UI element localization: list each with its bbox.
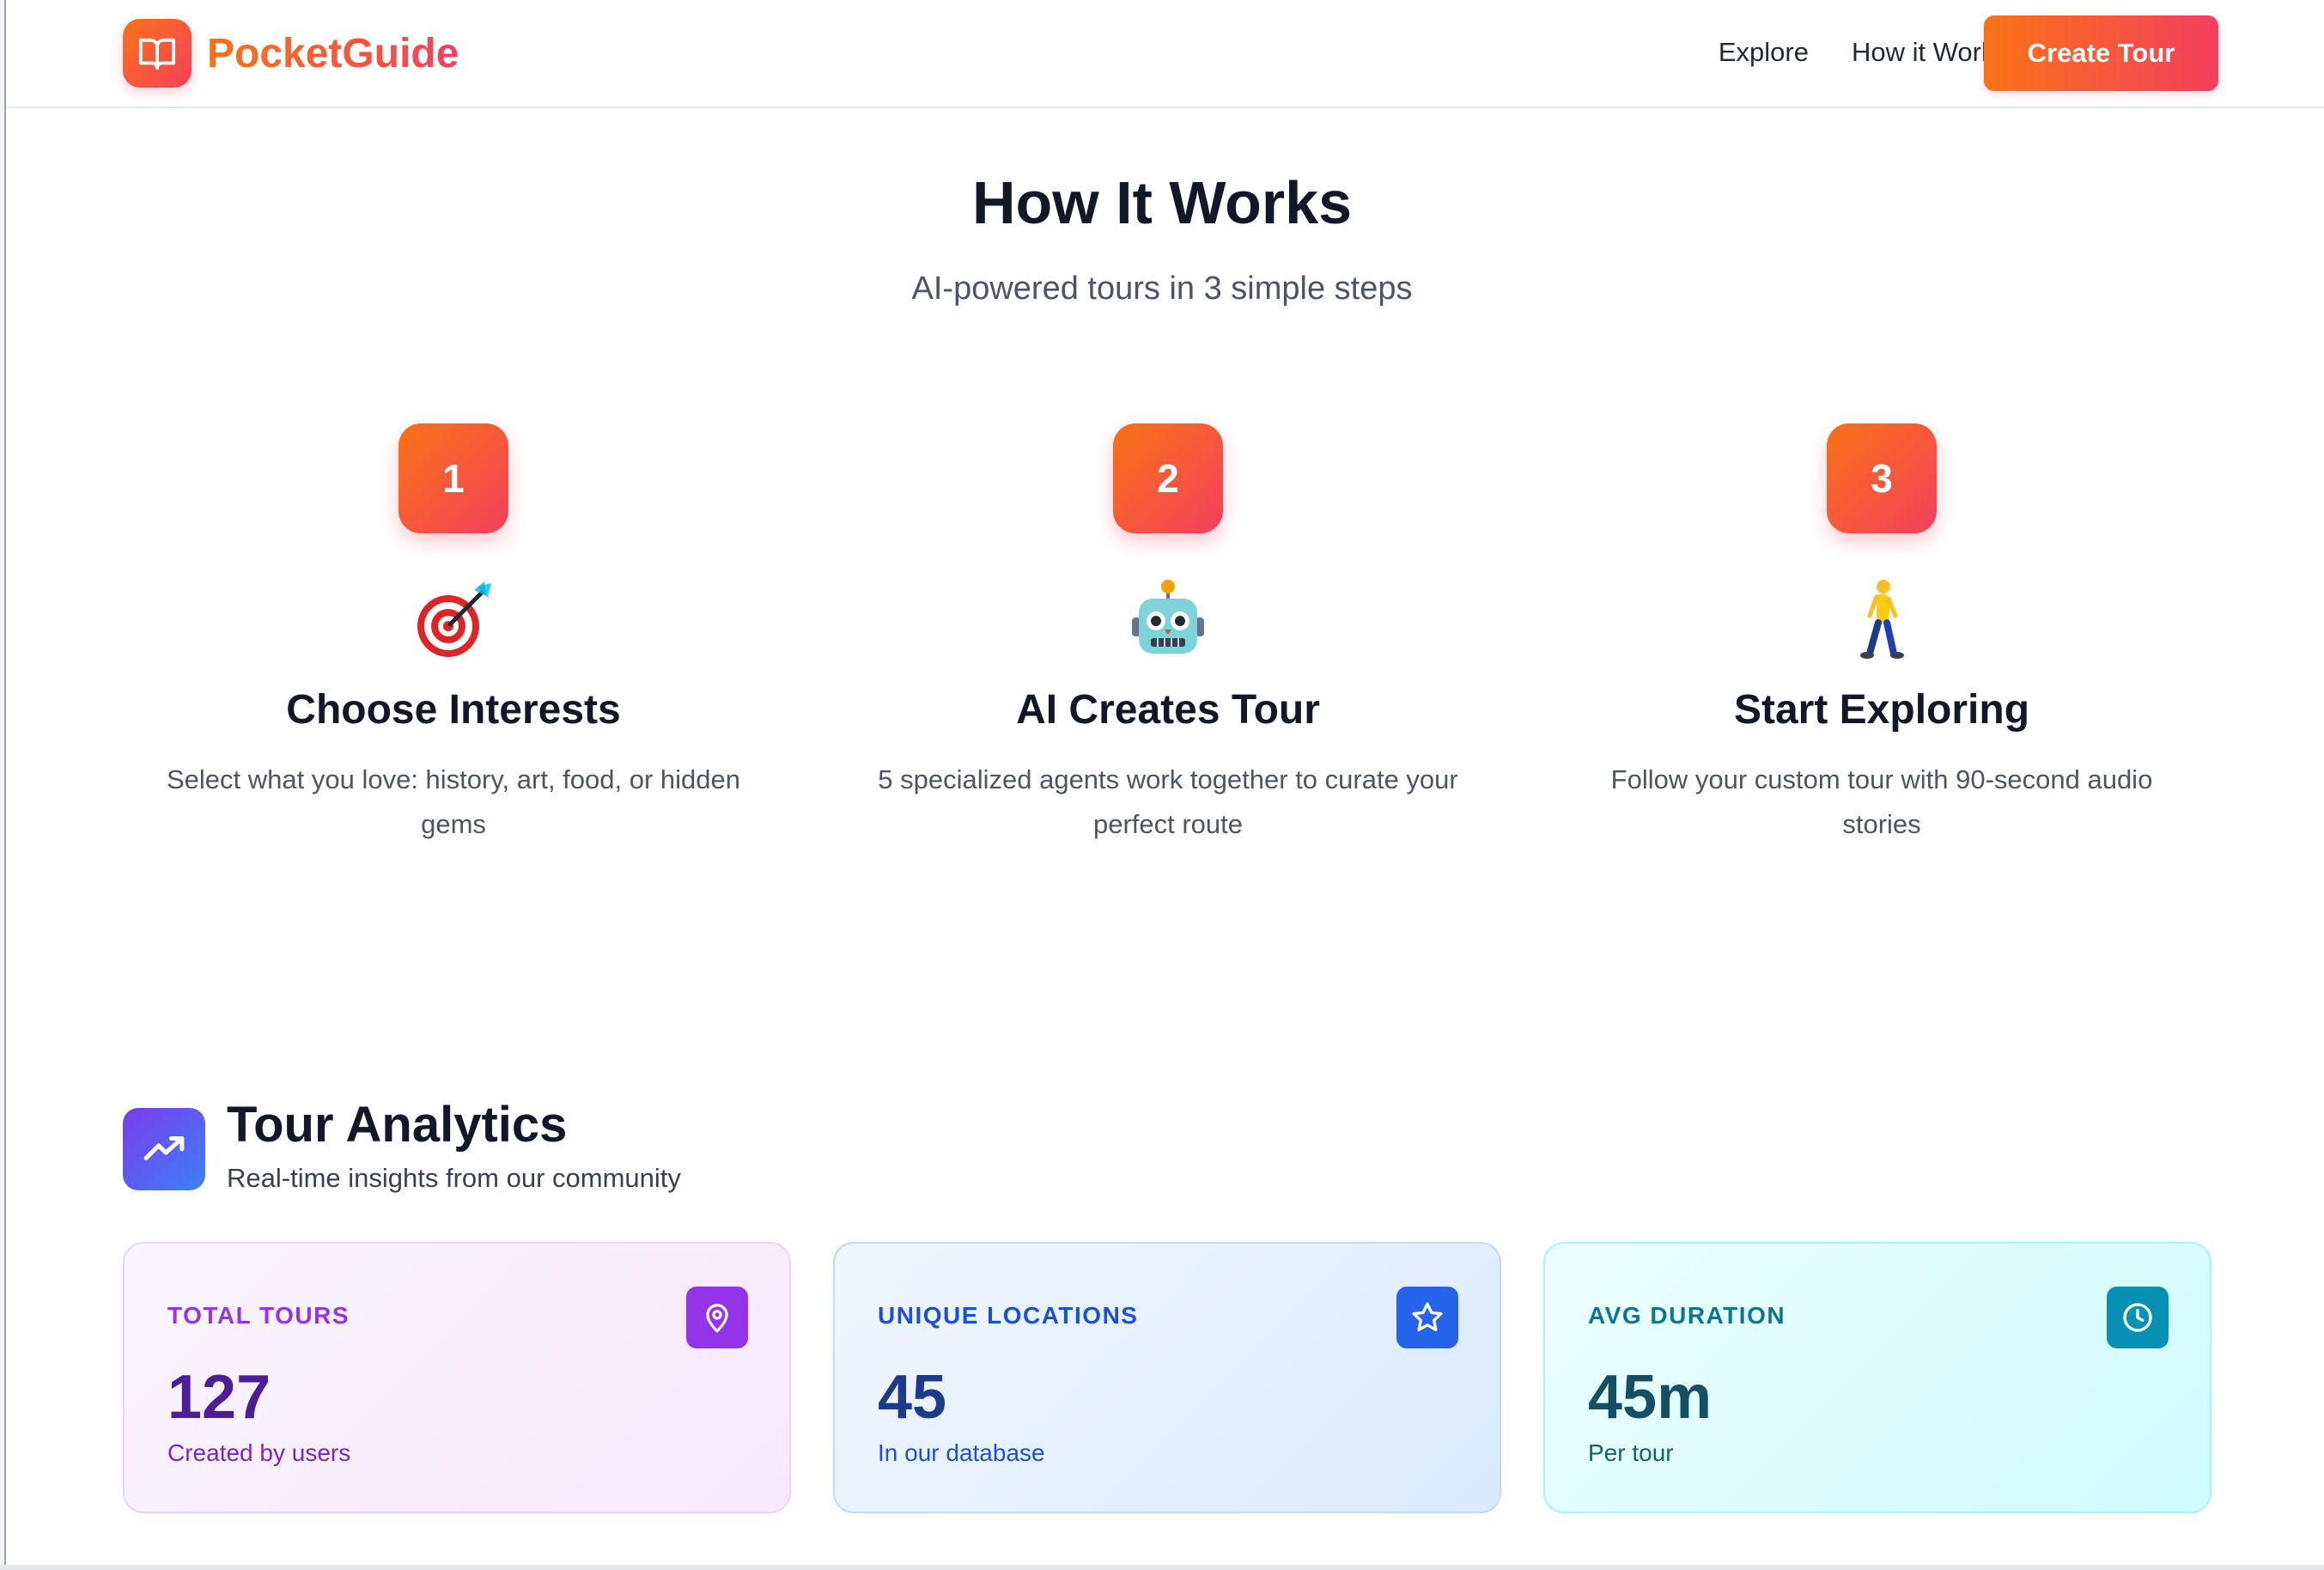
how-it-works-title: How It Works <box>971 169 1353 236</box>
step-title: Choose Interests <box>286 687 621 733</box>
stat-card-total-tours: TOTAL TOURS 127 Created by users <box>123 1242 791 1513</box>
step-number-badge: 3 <box>1827 423 1937 533</box>
step-title: AI Creates Tour <box>1016 687 1320 733</box>
step-description: Select what you love: history, art, food… <box>166 764 740 839</box>
step-number-badge: 2 <box>1113 423 1223 533</box>
stat-label: AVG DURATION <box>1588 1302 1786 1329</box>
stat-note: Per tour <box>1588 1439 1674 1466</box>
target-dart-icon <box>127 578 780 660</box>
analytics-title: Tour Analytics <box>227 1097 568 1153</box>
step-card-3: 3 Start Exploring Follow your custom tou… <box>1555 423 2208 847</box>
stat-note: Created by users <box>167 1439 351 1466</box>
step-description: 5 specialized agents work together to cu… <box>878 764 1458 839</box>
step-card-2: 2 AI Creates Tour 5 specialized agents w… <box>842 423 1494 847</box>
stat-card-unique-locations: UNIQUE LOCATIONS 45 In our database <box>833 1242 1501 1513</box>
main-nav: Explore How it Works <box>1719 0 2008 105</box>
star-icon <box>1396 1287 1458 1348</box>
stat-card-avg-duration: AVG DURATION 45m Per tour <box>1543 1242 2211 1513</box>
nav-explore-link[interactable]: Explore <box>1719 37 1809 68</box>
step-number-badge: 1 <box>398 423 508 533</box>
step-card-1: 1 Choose Interests Select what you love:… <box>127 423 780 847</box>
window-bottom-edge <box>0 1565 2324 1570</box>
analytics-subtitle: Real-time insights from our community <box>227 1163 681 1193</box>
robot-icon <box>842 578 1494 660</box>
brand-name: PocketGuide <box>207 30 459 76</box>
create-tour-button[interactable]: Create Tour <box>1984 15 2218 91</box>
stat-value: 127 <box>167 1363 271 1432</box>
open-book-icon <box>123 19 192 88</box>
walking-person-icon <box>1555 578 2208 660</box>
stat-value: 45 <box>878 1363 947 1432</box>
clock-icon <box>2107 1287 2169 1348</box>
map-pin-icon <box>686 1287 748 1348</box>
stat-note: In our database <box>878 1439 1045 1466</box>
step-description: Follow your custom tour with 90-second a… <box>1610 764 2153 839</box>
step-title: Start Exploring <box>1733 687 2030 733</box>
how-it-works-subtitle: AI-powered tours in 3 simple steps <box>911 271 1413 307</box>
stat-label: TOTAL TOURS <box>167 1302 350 1329</box>
trending-up-icon <box>123 1108 205 1190</box>
stat-label: UNIQUE LOCATIONS <box>878 1302 1139 1329</box>
stat-value: 45m <box>1588 1363 1713 1432</box>
brand[interactable]: PocketGuide <box>123 19 459 88</box>
top-navigation-bar: PocketGuide Explore How it Works Create … <box>6 0 2324 108</box>
